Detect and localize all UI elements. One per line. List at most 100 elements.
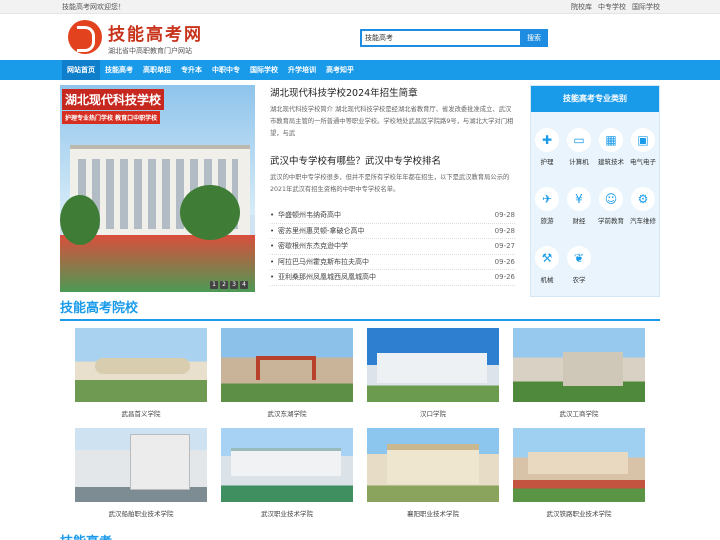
nav-item-skills-exam[interactable]: 技能高考	[100, 60, 138, 80]
section-divider	[60, 319, 660, 321]
search-button[interactable]: 搜索	[520, 29, 548, 47]
major-categories-title: 技能高考专业类别	[531, 86, 659, 112]
computer-icon: ▭	[567, 128, 591, 152]
major-item-preschool[interactable]: ☺ 学前教育	[595, 187, 627, 237]
news-block-2: 武汉中专学校有哪些？武汉中专学校排名 武汉的中职中专学校很多，但并不是所有学校年…	[270, 153, 515, 196]
chip-icon: ▣	[631, 128, 655, 152]
banner-pager-3[interactable]: 3	[230, 281, 238, 289]
search-input[interactable]	[360, 29, 520, 47]
preschool-icon: ☺	[599, 187, 623, 211]
school-card[interactable]: 武昌首义学院	[75, 328, 207, 418]
school-name: 武汉东湖学院	[267, 410, 307, 418]
major-label: 农学	[572, 276, 586, 284]
school-card[interactable]: 襄阳职业技术学院	[367, 428, 499, 518]
school-name: 武昌首义学院	[121, 410, 161, 418]
school-card[interactable]: 武汉铁路职业技术学院	[513, 428, 645, 518]
school-name: 汉口学院	[420, 410, 446, 418]
major-label: 电气电子	[630, 158, 656, 166]
banner-tree	[60, 195, 100, 245]
building-icon: ▦	[599, 128, 623, 152]
school-name: 武汉铁路职业技术学院	[546, 510, 612, 518]
list-item[interactable]: 密苏里州惠灵顿-拿破仑高中 09-28	[270, 224, 515, 239]
section-title-skills-exam: 技能高考	[60, 531, 112, 540]
nav-item-secondary[interactable]: 中职中专	[207, 60, 245, 80]
school-card[interactable]: 汉口学院	[367, 328, 499, 418]
news-item-date: 09-28	[494, 211, 515, 219]
school-photo	[75, 328, 207, 402]
major-item-building[interactable]: ▦ 建筑技术	[595, 128, 627, 178]
news-featured: 湖北现代科技学校2024年招生简章 湖北现代科技学校简介 湖北现代科技学校是经湖…	[270, 85, 515, 193]
major-label: 护理	[540, 158, 554, 166]
section-title-schools: 技能高考院校	[60, 301, 139, 316]
nav-item-international[interactable]: 国际学校	[245, 60, 283, 80]
school-photo	[367, 428, 499, 502]
school-name: 武汉工商学院	[559, 410, 599, 418]
school-photo	[513, 328, 645, 402]
list-item[interactable]: 华盛顿州韦纳奇高中 09-28	[270, 208, 515, 224]
news-item-title: 密苏里州惠灵顿-拿破仑高中	[278, 226, 365, 235]
school-photo	[221, 328, 353, 402]
school-card[interactable]: 武汉东湖学院	[221, 328, 353, 418]
top-link-international-schools[interactable]: 国际学校	[632, 2, 660, 12]
site-logo[interactable]: 技能高考网 湖北省中高职教育门户网站	[68, 18, 218, 58]
major-item-computer[interactable]: ▭ 计算机	[563, 128, 595, 178]
banner-tree	[180, 185, 240, 240]
school-name: 武汉职业技术学院	[261, 510, 313, 518]
news-item-date: 09-28	[494, 226, 515, 235]
banner-pager-4[interactable]: 4	[240, 281, 248, 289]
top-link-secondary-schools[interactable]: 中专学校	[598, 2, 626, 12]
list-item[interactable]: 亚利桑那州凤凰城西凤凰城高中 09-26	[270, 270, 515, 286]
banner-title: 湖北现代科技学校	[62, 89, 165, 110]
major-label: 计算机	[569, 158, 589, 166]
list-item[interactable]: 阿拉巴马州霍克斯布拉夫高中 09-26	[270, 255, 515, 270]
major-label: 建筑技术	[598, 158, 624, 166]
school-card[interactable]: 武汉职业技术学院	[221, 428, 353, 518]
school-card[interactable]: 武汉船舶职业技术学院	[75, 428, 207, 518]
school-photo	[221, 428, 353, 502]
major-item-electrical[interactable]: ▣ 电气电子	[627, 128, 659, 178]
top-links: 院校库 中专学校 国际学校	[571, 2, 660, 12]
major-item-travel[interactable]: ✈ 旅游	[531, 187, 563, 237]
major-item-nursing[interactable]: ✚ 护理	[531, 128, 563, 178]
logo-subtitle: 湖北省中高职教育门户网站	[108, 47, 192, 55]
major-item-car-repair[interactable]: ⚙ 汽车维修	[627, 187, 659, 237]
major-categories-panel: 技能高考专业类别 ✚ 护理 ▭ 计算机 ▦ 建筑技术 ▣ 电气电子 ✈ 旅游 ¥…	[530, 85, 660, 297]
school-name: 襄阳职业技术学院	[407, 510, 459, 518]
major-label: 财经	[572, 217, 586, 225]
welcome-text: 技能高考网欢迎您！	[62, 3, 125, 11]
nav-item-upgrade[interactable]: 专升本	[176, 60, 207, 80]
news-item-title: 华盛顿州韦纳奇高中	[278, 211, 341, 219]
top-bar: 技能高考网欢迎您！ 院校库 中专学校 国际学校	[0, 0, 720, 14]
major-item-finance[interactable]: ¥ 财经	[563, 187, 595, 237]
banner-slideshow[interactable]: 湖北现代科技学校 护理专业热门学校 教育口中职学校 1 2 3 4	[60, 85, 255, 292]
news-title-2[interactable]: 武汉中专学校有哪些？武汉中专学校排名	[270, 153, 515, 167]
news-item-title: 阿拉巴马州霍克斯布拉夫高中	[278, 257, 369, 266]
major-label: 旅游	[540, 217, 554, 225]
nav-item-qa[interactable]: 高考知乎	[321, 60, 359, 80]
banner-pager-1[interactable]: 1	[210, 281, 218, 289]
news-item-title: 亚利桑那州凤凰城西凤凰城高中	[278, 273, 376, 281]
news-summary-2: 武汉的中职中专学校很多，但并不是所有学校年年都在招生，以下是武汉教育局公示的20…	[270, 174, 510, 193]
nursing-icon: ✚	[535, 128, 559, 152]
news-summary-1: 湖北现代科技学校简介 湖北现代科技学校是经湖北省教育厅、省发改委批准成立、武汉市…	[270, 106, 514, 137]
school-photo	[513, 428, 645, 502]
search-box: 搜索	[360, 29, 548, 47]
major-item-machinery[interactable]: ⚒ 机械	[531, 246, 563, 296]
list-item[interactable]: 密歇根州东杰克逊中学 09-27	[270, 239, 515, 255]
nav-item-home[interactable]: 网站首页	[62, 60, 100, 80]
news-item-date: 09-27	[494, 242, 515, 250]
news-item-title: 密歇根州东杰克逊中学	[278, 242, 348, 250]
news-item-date: 09-26	[494, 273, 515, 281]
banner-slogan: 护理专业热门学校 教育口中职学校	[62, 111, 161, 124]
finance-icon: ¥	[567, 187, 591, 211]
nav-item-training[interactable]: 升学培训	[283, 60, 321, 80]
major-item-agriculture[interactable]: ❦ 农学	[563, 246, 595, 296]
banner-pager-2[interactable]: 2	[220, 281, 228, 289]
logo-title: 技能高考网	[108, 25, 203, 45]
news-title-1[interactable]: 湖北现代科技学校2024年招生简章	[270, 85, 515, 99]
nav-item-single-recruit[interactable]: 高职单招	[138, 60, 176, 80]
top-link-college-db[interactable]: 院校库	[571, 2, 592, 12]
school-card[interactable]: 武汉工商学院	[513, 328, 645, 418]
school-photo	[75, 428, 207, 502]
major-label: 汽车维修	[630, 217, 656, 225]
